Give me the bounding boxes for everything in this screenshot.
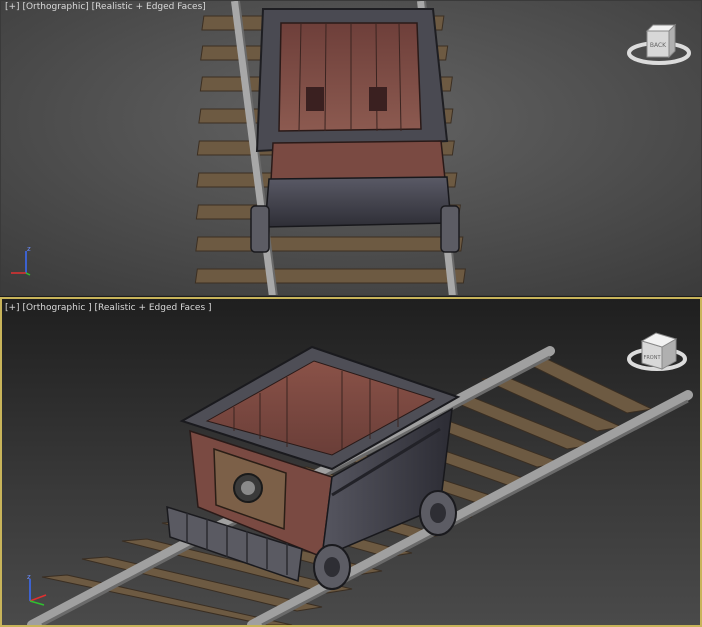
viewport-bottom-menu-plus[interactable]: [+] [5, 303, 20, 313]
viewcube-face-label: FRONT [643, 355, 661, 361]
viewport-bottom[interactable]: [+] [Orthographic ] [Realistic + Edged F… [0, 297, 702, 627]
viewcube-icon[interactable]: BACK [625, 21, 693, 73]
viewcube-icon[interactable]: FRONT [624, 325, 690, 377]
axis-z-label: z [27, 573, 31, 581]
viewport-top-label: [+] [Orthographic] [Realistic + Edged Fa… [5, 2, 206, 12]
viewport-bottom-scene[interactable] [2, 299, 700, 625]
viewport-top-menu-view[interactable]: [Orthographic] [22, 2, 88, 12]
viewcube-face-label: BACK [650, 42, 667, 49]
axis-tripod-icon: z [27, 573, 47, 606]
axis-tripod-icon: z [11, 245, 31, 276]
axis-z-label: z [27, 245, 31, 253]
viewport-bottom-menu-view[interactable]: [Orthographic ] [22, 303, 91, 313]
viewport-top-menu-shading[interactable]: [Realistic + Edged Faces] [92, 2, 206, 12]
viewport-top[interactable]: [+] [Orthographic] [Realistic + Edged Fa… [0, 0, 702, 296]
viewport-bottom-menu-shading[interactable]: [Realistic + Edged Faces ] [95, 303, 212, 313]
viewport-top-scene[interactable] [1, 1, 702, 296]
viewport-top-menu-plus[interactable]: [+] [5, 2, 20, 12]
viewport-bottom-label: [+] [Orthographic ] [Realistic + Edged F… [5, 303, 212, 313]
